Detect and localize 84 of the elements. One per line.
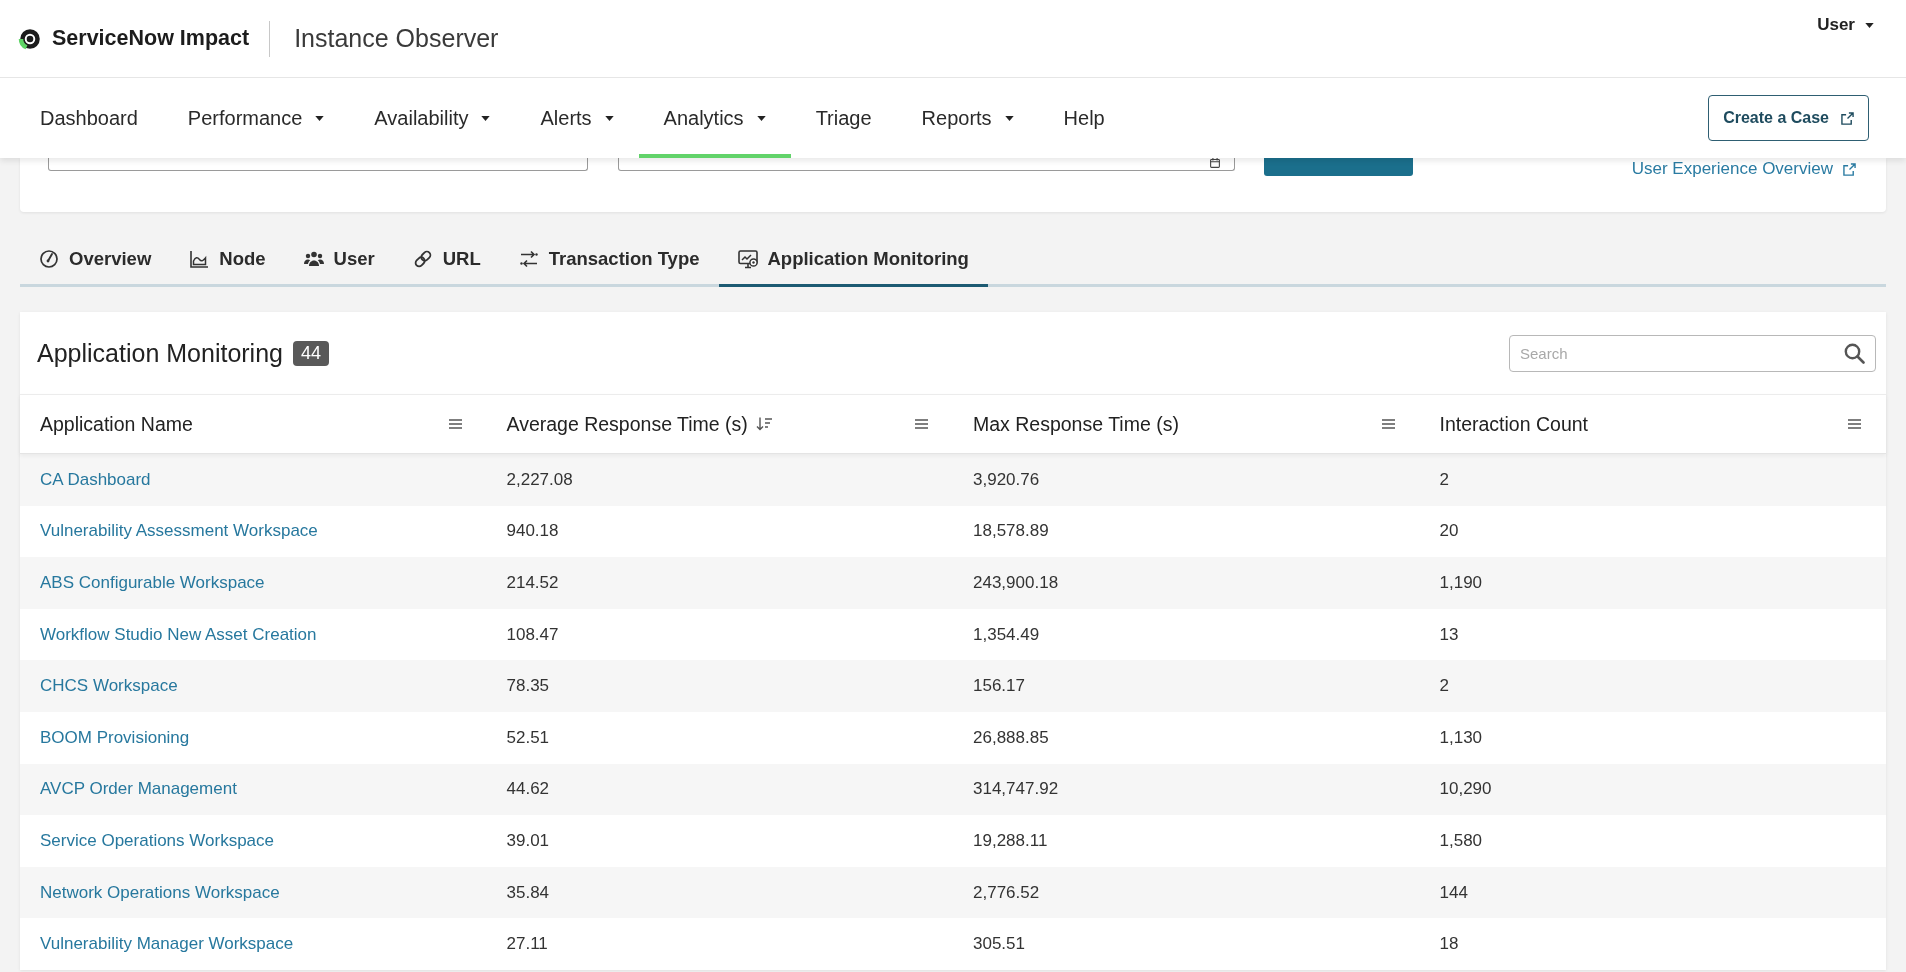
overview-link[interactable]: User Experience Overview bbox=[1631, 159, 1856, 179]
logo-icon bbox=[18, 26, 42, 51]
date-range-field[interactable] bbox=[618, 158, 1235, 171]
nav-item[interactable]: Triage bbox=[790, 78, 897, 158]
table-cell: 2,776.52 bbox=[973, 882, 1040, 903]
tab[interactable]: Application Monitoring bbox=[718, 234, 988, 287]
table-cell: 214.52 bbox=[506, 573, 559, 593]
table-cell: 1,580 bbox=[1439, 830, 1483, 851]
users-icon bbox=[303, 249, 324, 269]
application-link[interactable]: CHCS Workspace bbox=[40, 676, 178, 697]
table-cell: 78.35 bbox=[506, 676, 550, 697]
application-link[interactable]: AVCP Order Management bbox=[40, 779, 237, 800]
column-menu-icon[interactable] bbox=[1381, 419, 1395, 429]
column-menu-icon[interactable] bbox=[1848, 419, 1861, 429]
tab[interactable]: Node bbox=[170, 234, 285, 287]
external-link-icon bbox=[1843, 162, 1856, 176]
caret-icon bbox=[1865, 22, 1874, 28]
table-cell: 156.17 bbox=[973, 676, 1025, 697]
area-chart-icon bbox=[189, 249, 210, 269]
nav-item[interactable]: Availability bbox=[349, 78, 516, 158]
table-cell: 940.18 bbox=[506, 521, 559, 542]
table-cell: 13 bbox=[1439, 624, 1459, 645]
swap-arrows-icon bbox=[518, 249, 539, 269]
table-cell: 52.51 bbox=[506, 727, 550, 748]
table-cell: 2,227.08 bbox=[506, 469, 573, 490]
link-icon bbox=[412, 249, 433, 269]
table-cell: 18 bbox=[1439, 934, 1459, 955]
table-cell: 2 bbox=[1439, 676, 1449, 697]
product-name: Instance Observer bbox=[294, 24, 499, 53]
table-cell: 19,288.11 bbox=[973, 830, 1048, 851]
column-menu-icon[interactable] bbox=[448, 419, 462, 429]
table-cell: 144 bbox=[1439, 882, 1468, 903]
table-cell: 35.84 bbox=[506, 882, 550, 903]
table-cell: 305.51 bbox=[973, 934, 1025, 955]
application-link[interactable]: Service Operations Workspace bbox=[40, 830, 274, 851]
nav-item[interactable]: Help bbox=[1038, 78, 1130, 158]
nav-item[interactable]: Performance bbox=[162, 78, 350, 158]
brand-name: ServiceNow Impact bbox=[52, 26, 250, 51]
table-title: Application Monitoring bbox=[37, 338, 283, 368]
table-cell: 314,747.92 bbox=[973, 779, 1059, 800]
table-cell: 243,900.18 bbox=[973, 573, 1059, 593]
column-header[interactable]: Application Name bbox=[40, 412, 193, 436]
column-header[interactable]: Max Response Time (s) bbox=[973, 412, 1179, 436]
gauge-icon bbox=[39, 249, 59, 269]
table-cell: 26,888.85 bbox=[973, 727, 1049, 748]
tab[interactable]: URL bbox=[393, 234, 500, 287]
monitor-icon bbox=[737, 249, 758, 269]
tab[interactable]: Transaction Type bbox=[499, 234, 719, 287]
tab[interactable]: User bbox=[284, 234, 394, 287]
input-field[interactable] bbox=[48, 158, 588, 171]
nav-item[interactable]: Alerts bbox=[515, 78, 639, 158]
table-cell: 39.01 bbox=[506, 830, 550, 851]
application-link[interactable]: CA Dashboard bbox=[40, 469, 151, 490]
nav-item[interactable]: Dashboard bbox=[15, 78, 163, 158]
calendar-icon bbox=[1210, 158, 1220, 168]
table-cell: 20 bbox=[1439, 521, 1459, 542]
application-link[interactable]: BOOM Provisioning bbox=[40, 727, 190, 748]
table-cell: 44.62 bbox=[506, 779, 550, 800]
application-link[interactable]: Vulnerability Manager Workspace bbox=[40, 934, 294, 955]
application-link[interactable]: Workflow Studio New Asset Creation bbox=[40, 624, 317, 645]
table-cell: 27.11 bbox=[506, 934, 548, 955]
count-badge: 44 bbox=[293, 340, 329, 366]
application-link[interactable]: Network Operations Workspace bbox=[40, 882, 280, 903]
user-menu[interactable]: User bbox=[1817, 15, 1874, 35]
table-cell: 1,190 bbox=[1439, 573, 1483, 593]
table-cell: 18,578.89 bbox=[973, 521, 1049, 542]
table-cell: 10,290 bbox=[1439, 779, 1492, 800]
table-cell: 1,354.49 bbox=[973, 624, 1040, 645]
application-link[interactable]: ABS Configurable Workspace bbox=[40, 573, 265, 593]
column-menu-icon[interactable] bbox=[915, 419, 928, 429]
column-header[interactable]: Average Response Time (s) bbox=[506, 412, 748, 436]
application-link[interactable]: Vulnerability Assessment Workspace bbox=[40, 521, 318, 542]
create-case-button[interactable]: Create a Case bbox=[1708, 95, 1869, 141]
table-cell: 3,920.76 bbox=[973, 469, 1040, 490]
tab[interactable]: Overview bbox=[20, 234, 171, 287]
search-field[interactable]: Search bbox=[1509, 334, 1876, 372]
external-link-icon bbox=[1841, 111, 1854, 125]
search-icon[interactable] bbox=[1844, 342, 1865, 364]
sort-descending-icon[interactable] bbox=[755, 417, 772, 431]
column-header[interactable]: Interaction Count bbox=[1439, 412, 1588, 436]
nav-item[interactable]: Reports bbox=[896, 78, 1039, 158]
table-cell: 2 bbox=[1439, 469, 1449, 490]
table-cell: 1,130 bbox=[1439, 727, 1483, 748]
table-cell: 108.47 bbox=[506, 624, 559, 645]
